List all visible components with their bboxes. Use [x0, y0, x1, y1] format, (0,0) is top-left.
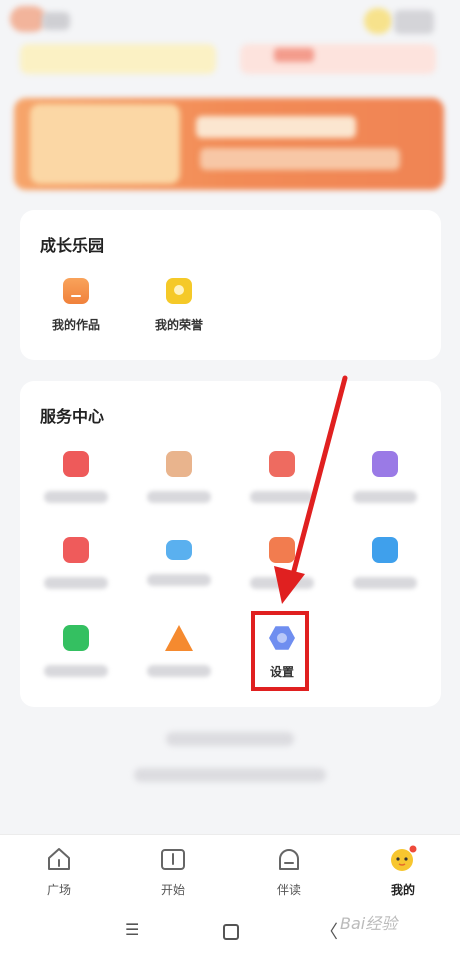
tab-plaza[interactable]: 广场 [24, 845, 94, 898]
annotation-arrow-icon [274, 375, 348, 604]
tab-start-label: 开始 [160, 883, 185, 897]
tab-plaza-label: 广场 [46, 883, 71, 897]
mascot-icon [391, 845, 417, 871]
watermark-logo: Bai经验 [340, 914, 398, 933]
home-icon [48, 848, 70, 870]
bottom-tab-bar: 广场 开始 伴读 我的 [0, 834, 460, 905]
companion-icon [279, 849, 299, 870]
tab-start[interactable]: 开始 [138, 845, 208, 898]
tab-mine-label: 我的 [390, 883, 415, 897]
home-square-icon[interactable] [223, 924, 239, 940]
tab-mine[interactable]: 我的 [368, 845, 438, 898]
menu-icon[interactable]: ☰ [125, 920, 145, 940]
back-icon[interactable]: 〈 [320, 918, 338, 944]
tab-companion-read[interactable]: 伴读 [254, 845, 324, 898]
footer-text-blurred [134, 768, 326, 782]
book-icon [161, 849, 185, 870]
footer-text-blurred [166, 732, 294, 746]
tab-companion-read-label: 伴读 [276, 883, 301, 897]
